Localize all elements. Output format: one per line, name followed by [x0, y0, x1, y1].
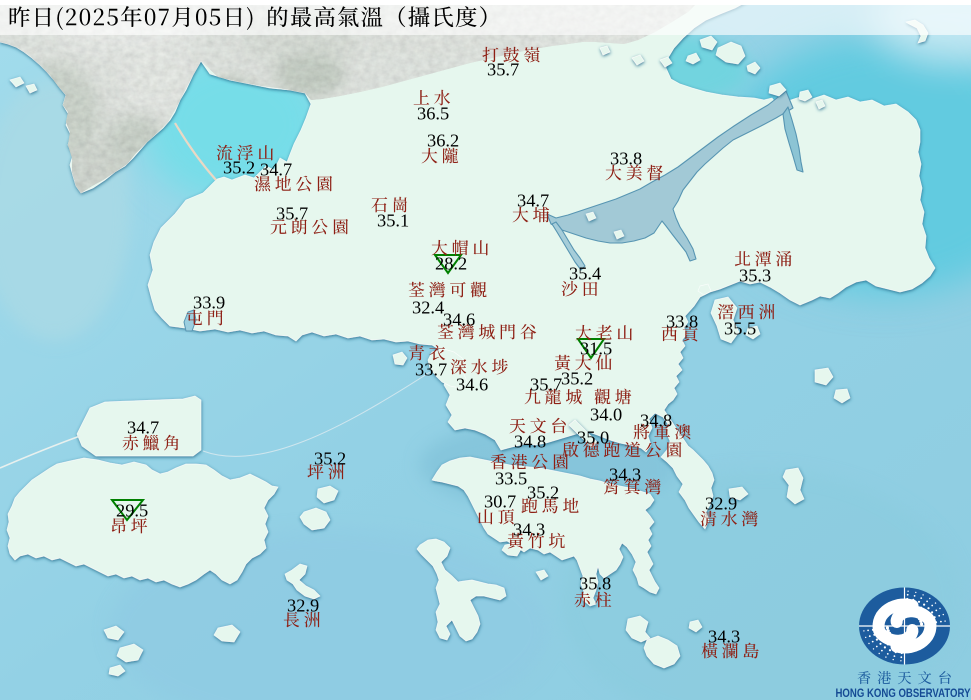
svg-text:34.7: 34.7 — [517, 191, 549, 211]
svg-text:35.3: 35.3 — [739, 266, 771, 286]
svg-text:33.5: 33.5 — [495, 469, 527, 489]
svg-text:35.2: 35.2 — [223, 158, 255, 178]
svg-text:32.9: 32.9 — [287, 596, 319, 616]
svg-text:35.7: 35.7 — [530, 375, 562, 395]
svg-text:35.8: 35.8 — [579, 574, 611, 594]
svg-text:34.8: 34.8 — [514, 432, 546, 452]
svg-text:34.7: 34.7 — [127, 418, 159, 438]
svg-text:30.7: 30.7 — [484, 492, 516, 512]
svg-text:35.1: 35.1 — [377, 211, 409, 231]
svg-text:34.3: 34.3 — [513, 520, 545, 540]
svg-text:31.5: 31.5 — [580, 339, 612, 359]
svg-text:35.5: 35.5 — [724, 319, 756, 339]
svg-text:35.7: 35.7 — [487, 60, 519, 80]
svg-text:33.8: 33.8 — [610, 149, 642, 169]
svg-text:33.7: 33.7 — [415, 360, 447, 380]
svg-text:35.4: 35.4 — [569, 264, 601, 284]
svg-text:35.2: 35.2 — [561, 369, 593, 389]
svg-text:28.2: 28.2 — [435, 254, 467, 274]
svg-text:34.8: 34.8 — [640, 411, 672, 431]
svg-text:33.9: 33.9 — [193, 293, 225, 313]
svg-text:34.3: 34.3 — [609, 465, 641, 485]
svg-text:35.7: 35.7 — [276, 204, 308, 224]
svg-text:33.8: 33.8 — [666, 312, 698, 332]
svg-text:34.0: 34.0 — [590, 405, 622, 425]
svg-text:36.2: 36.2 — [427, 131, 459, 151]
svg-text:32.9: 32.9 — [705, 494, 737, 514]
svg-text:34.6: 34.6 — [456, 375, 488, 395]
svg-text:32.4: 32.4 — [412, 298, 444, 318]
svg-text:29.5: 29.5 — [116, 501, 148, 521]
svg-text:35.2: 35.2 — [527, 483, 559, 503]
svg-text:35.2: 35.2 — [314, 449, 346, 469]
svg-text:34.3: 34.3 — [708, 627, 740, 647]
svg-text:36.5: 36.5 — [417, 104, 449, 124]
svg-text:HONG KONG OBSERVATORY: HONG KONG OBSERVATORY — [836, 686, 971, 700]
svg-text:35.0: 35.0 — [577, 428, 609, 448]
svg-text:34.7: 34.7 — [260, 160, 292, 180]
svg-text:34.6: 34.6 — [443, 310, 475, 330]
